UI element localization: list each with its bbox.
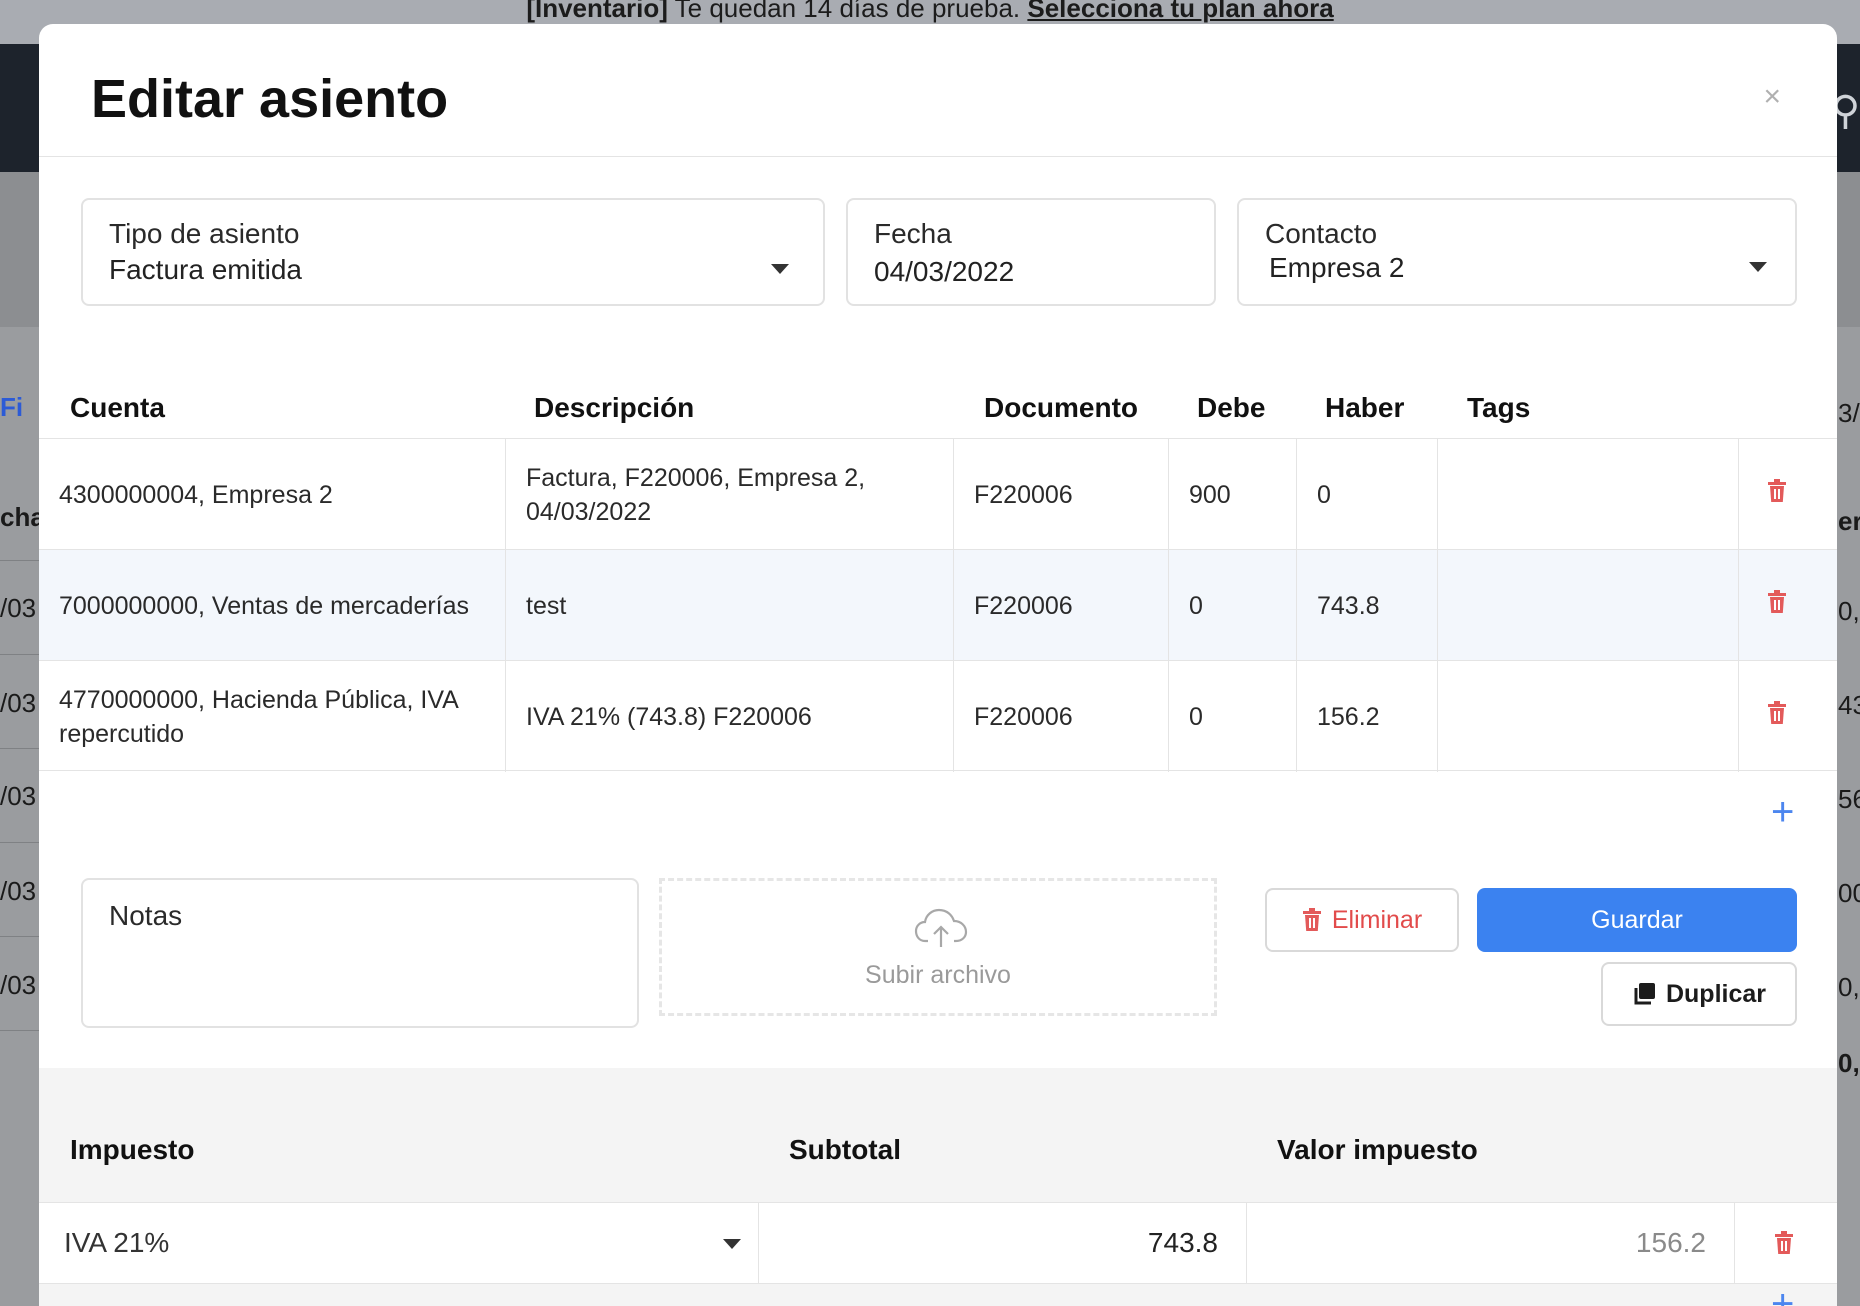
contact-value: Empresa 2 xyxy=(1269,252,1405,283)
col-header-debe: Debe xyxy=(1197,392,1266,423)
delete-button[interactable]: Eliminar xyxy=(1265,888,1459,952)
save-button[interactable]: Guardar xyxy=(1477,888,1797,952)
bg-right-fragment-6: 0, xyxy=(1838,972,1860,1002)
bg-left-fragment-6: /03 xyxy=(0,970,37,1000)
table-row[interactable]: 4770000000, Hacienda Pública, IVA reperc… xyxy=(39,660,1837,772)
bg-divider xyxy=(0,842,40,843)
entry-type-select[interactable]: Tipo de asiento Factura emitida xyxy=(81,198,825,306)
bg-divider xyxy=(0,560,40,561)
date-value: 04/03/2022 xyxy=(874,256,1015,287)
chevron-down-icon xyxy=(1749,262,1767,272)
notes-field[interactable]: Notas xyxy=(81,878,639,1028)
subtotal-input[interactable]: 743.8 xyxy=(759,1203,1247,1283)
col-header-cuenta: Cuenta xyxy=(70,392,165,423)
bg-right-fragment-4: 56, xyxy=(1838,784,1860,814)
cloud-upload-icon xyxy=(914,908,968,947)
trial-banner-tag: [Inventario] xyxy=(526,0,668,23)
col-header-tags: Tags xyxy=(1467,392,1531,423)
cell-documento[interactable]: F220006 xyxy=(954,661,1169,772)
notes-label: Notas xyxy=(109,900,183,931)
entries-table: 4300000004, Empresa 2 Factura, F220006, … xyxy=(39,438,1837,772)
modal-title: Editar asiento xyxy=(91,69,449,129)
chevron-down-icon xyxy=(771,264,789,274)
cell-descripcion[interactable]: IVA 21% (743.8) F220006 xyxy=(506,661,954,772)
cell-haber[interactable]: 156.2 xyxy=(1297,661,1438,772)
upload-label: Subir archivo xyxy=(865,961,1011,989)
col-header-descripcion: Descripción xyxy=(534,392,695,423)
table-row[interactable]: 4300000004, Empresa 2 Factura, F220006, … xyxy=(39,438,1837,550)
bg-right-fragment-5: 00, xyxy=(1838,878,1860,908)
tax-select-value: IVA 21% xyxy=(64,1227,170,1258)
cell-debe[interactable]: 0 xyxy=(1169,550,1297,661)
cell-debe[interactable]: 900 xyxy=(1169,439,1297,550)
contact-label: Contacto xyxy=(1265,218,1378,249)
cell-tags[interactable] xyxy=(1438,439,1739,550)
col-header-documento: Documento xyxy=(984,392,1138,423)
contact-select[interactable]: Contacto Empresa 2 xyxy=(1237,198,1797,306)
bg-right-fragment-2: 0, xyxy=(1838,596,1860,626)
trash-icon[interactable] xyxy=(1774,1231,1794,1255)
bg-left-fragment-5: /03 xyxy=(0,876,37,906)
tax-col-header-impuesto: Impuesto xyxy=(70,1134,195,1165)
trash-icon[interactable] xyxy=(1767,479,1787,503)
bg-left-fragment-1: cha xyxy=(0,502,40,532)
trash-icon[interactable] xyxy=(1767,590,1787,614)
table-row[interactable]: 7000000000, Ventas de mercaderías test F… xyxy=(39,549,1837,661)
close-icon[interactable]: × xyxy=(1763,80,1781,114)
bg-divider xyxy=(0,936,40,937)
cell-tags[interactable] xyxy=(1438,661,1739,772)
date-field[interactable]: Fecha 04/03/2022 xyxy=(846,198,1216,306)
entry-type-value: Factura emitida xyxy=(109,254,302,285)
col-header-haber: Haber xyxy=(1325,392,1405,423)
cell-documento[interactable]: F220006 xyxy=(954,550,1169,661)
bg-divider xyxy=(0,1030,40,1031)
cell-haber[interactable]: 0 xyxy=(1297,439,1438,550)
tax-col-header-subtotal: Subtotal xyxy=(789,1134,901,1165)
date-label: Fecha xyxy=(874,218,952,249)
cell-cuenta[interactable]: 4300000004, Empresa 2 xyxy=(39,439,506,550)
tax-select[interactable]: IVA 21% xyxy=(39,1203,759,1283)
cell-cuenta[interactable]: 7000000000, Ventas de mercaderías xyxy=(39,550,506,661)
cell-cuenta[interactable]: 4770000000, Hacienda Pública, IVA reperc… xyxy=(39,661,506,772)
tax-col-header-valor: Valor impuesto xyxy=(1277,1134,1478,1165)
modal-header: Editar asiento × xyxy=(39,24,1837,157)
tax-row[interactable]: IVA 21% 743.8 156.2 xyxy=(39,1202,1837,1284)
bg-right-fragment-0: 3/ xyxy=(1838,398,1860,428)
cell-documento[interactable]: F220006 xyxy=(954,439,1169,550)
bg-divider xyxy=(0,748,40,749)
chevron-down-icon xyxy=(723,1239,741,1249)
duplicate-button[interactable]: Duplicar xyxy=(1601,962,1797,1026)
upload-dropzone[interactable]: Subir archivo xyxy=(659,878,1217,1016)
bg-left-fragment-3: /03 xyxy=(0,688,37,718)
bg-right-fragment-7: 0, xyxy=(1838,1048,1860,1078)
cell-tags[interactable] xyxy=(1438,550,1739,661)
bg-left-fragment-4: /03 xyxy=(0,781,37,811)
edit-entry-modal: Editar asiento × Tipo de asiento Factura… xyxy=(39,24,1837,1306)
add-row-icon[interactable]: + xyxy=(1771,792,1794,832)
trial-banner-link[interactable]: Selecciona tu plan ahora xyxy=(1027,0,1333,23)
bg-divider xyxy=(0,654,40,655)
duplicate-button-label: Duplicar xyxy=(1665,979,1767,1008)
trial-banner-text: Te quedan 14 días de prueba. xyxy=(667,0,1028,23)
trash-icon[interactable] xyxy=(1767,701,1787,725)
copy-icon xyxy=(1634,983,1655,1005)
cell-debe[interactable]: 0 xyxy=(1169,661,1297,772)
cell-descripcion[interactable]: Factura, F220006, Empresa 2, 04/03/2022 xyxy=(506,439,954,550)
cell-descripcion[interactable]: test xyxy=(506,550,954,661)
bg-left-fragment-2: /03 xyxy=(0,593,37,623)
save-button-label: Guardar xyxy=(1591,905,1683,934)
delete-button-label: Eliminar xyxy=(1331,905,1423,934)
tax-section: Impuesto Subtotal Valor impuesto IVA 21%… xyxy=(39,1068,1837,1306)
bg-right-fragment-3: 43, xyxy=(1838,690,1860,720)
add-tax-icon[interactable]: + xyxy=(1771,1284,1794,1306)
cell-haber[interactable]: 743.8 xyxy=(1297,550,1438,661)
tax-value-field: 156.2 xyxy=(1247,1203,1735,1283)
trash-icon xyxy=(1302,908,1321,931)
entry-type-label: Tipo de asiento xyxy=(109,218,300,249)
bg-right-fragment-1: er xyxy=(1838,506,1860,536)
bg-left-fragment-0: Fi xyxy=(0,392,24,422)
